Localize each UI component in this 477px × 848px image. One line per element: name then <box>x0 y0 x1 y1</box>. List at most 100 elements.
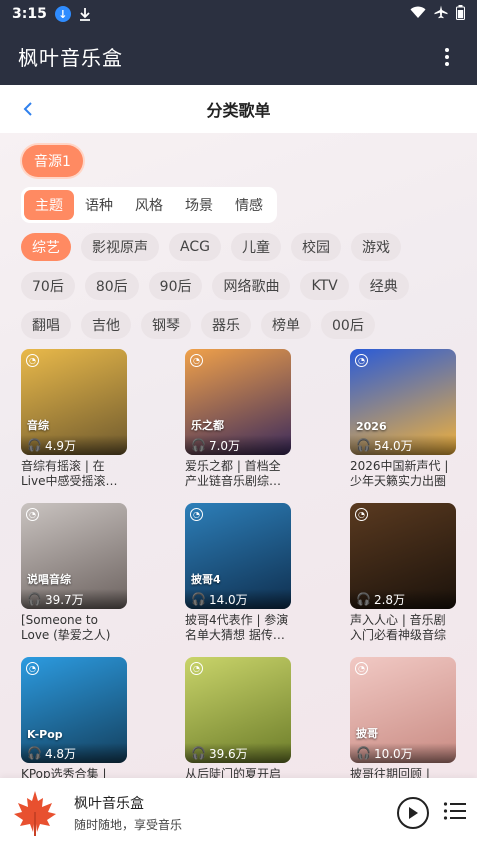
play-count: 🎧 14.0万 <box>185 589 291 609</box>
status-bar: 3:15 ↓ <box>0 0 477 28</box>
playlist-description: 爱乐之都 | 首档全产业链音乐剧综… <box>185 459 282 488</box>
tab-language[interactable]: 语种 <box>74 190 124 220</box>
playlist-cover: ◔ 🎧 2.8万 <box>350 503 456 609</box>
playlist-description: [Someone to Love (挚爱之人) (Live)]… <box>21 613 111 642</box>
tag-chip[interactable]: 吉他 <box>81 311 131 339</box>
play-count: 🎧 4.9万 <box>21 435 127 455</box>
playlist-cover: ◔ 2026 🎧 54.0万 <box>350 349 456 455</box>
playlist-card[interactable]: ◔ 2026 🎧 54.0万 2026中国新声代 | 少年天籁实力出圈 <box>350 349 456 489</box>
more-options-icon[interactable] <box>435 45 459 69</box>
play-count: 🎧 7.0万 <box>185 435 291 455</box>
playlist-card[interactable]: ◔ 说唱音综 🎧39.7万 [Someone to Love (挚爱之人) (L… <box>21 503 127 643</box>
cover-tag: 乐之都 <box>191 419 224 432</box>
playlist-description: 2026中国新声代 | 少年天籁实力出圈 <box>350 459 449 488</box>
cover-tag: 披哥4 <box>191 573 221 586</box>
wifi-icon <box>410 6 426 23</box>
playlist-cover: ◔ 音综 🎧 4.9万 <box>21 349 127 455</box>
playlist-description: 声入人心 | 音乐剧入门必看神级音综 <box>350 613 447 642</box>
content-area: 音源1 主题 语种 风格 场景 情感 综艺 影视原声 ACG 儿童 校园 游戏 … <box>0 133 477 778</box>
playlist-description: 音综有摇滚 | 在Live中感受摇滚… <box>21 459 118 488</box>
back-arrow-icon[interactable] <box>16 97 40 121</box>
play-count-text: 39.7万 <box>44 592 84 607</box>
download-badge-icon: ↓ <box>54 6 71 22</box>
playlist-card[interactable]: ◔ 披哥4 🎧 14.0万 披哥4代表作 | 参演名单大猜想 据传… <box>185 503 291 643</box>
app-title: 枫叶音乐盒 <box>18 46 123 70</box>
tag-chip[interactable]: 70后 <box>21 272 75 300</box>
tag-chip[interactable]: 儿童 <box>230 233 281 261</box>
netease-icon: ◔ <box>26 354 39 367</box>
play-icon[interactable] <box>397 797 429 829</box>
page-title: 分类歌单 <box>206 101 271 120</box>
play-count: 🎧 2.8万 <box>350 589 456 609</box>
source-selector-button[interactable]: 音源1 <box>22 145 83 177</box>
play-count-text: 54.0万 <box>373 438 413 453</box>
play-count: 🎧 39.7万 <box>21 589 127 609</box>
tag-chip[interactable]: 游戏 <box>350 233 401 261</box>
playlist-card[interactable]: ◔ 音综 🎧 4.9万 音综有摇滚 | 在Live中感受摇滚… <box>21 349 127 489</box>
playlist-cover: ◔ 🎧 39.6万 <box>185 657 291 763</box>
netease-icon: ◔ <box>355 354 368 367</box>
maple-leaf-logo-icon <box>10 788 60 838</box>
headphone-icon: 🎧 <box>356 438 371 452</box>
tag-chip[interactable]: 器乐 <box>201 311 251 339</box>
play-count: 🎧 10.0万 <box>350 743 456 763</box>
tag-chip[interactable]: 钢琴 <box>141 311 191 339</box>
cover-tag: 披哥 <box>356 727 378 740</box>
play-count: 🎧 39.6万 <box>185 743 291 763</box>
headphone-icon: 🎧 <box>356 746 371 760</box>
netease-icon: ◔ <box>190 662 203 675</box>
playlist-card[interactable]: ◔ 乐之都 🎧 7.0万 爱乐之都 | 首档全产业链音乐剧综… <box>185 349 291 489</box>
play-count-text: 4.9万 <box>44 438 77 453</box>
app-bar: 枫叶音乐盒 <box>0 28 477 85</box>
headphone-icon: 🎧 <box>191 592 206 606</box>
tag-chip[interactable]: 综艺 <box>21 233 71 261</box>
headphone-icon: 🎧 <box>191 746 206 760</box>
player-subtitle: 随时随地，享受音乐 <box>74 818 183 832</box>
netease-icon: ◔ <box>26 508 39 521</box>
tag-chip[interactable]: 00后 <box>321 311 375 339</box>
download-icon <box>77 6 93 22</box>
headphone-icon: 🎧 <box>191 438 206 452</box>
playlist-card[interactable]: ◔ 披哥 🎧10.0万 披哥往期回顾 | 重… <box>350 657 456 778</box>
playlist-card[interactable]: ◔ 🎧 2.8万 声入人心 | 音乐剧入门必看神级音综 <box>350 503 456 643</box>
play-count: 🎧 54.0万 <box>350 435 456 455</box>
mini-player[interactable]: 枫叶音乐盒 随时随地，享受音乐 <box>0 778 477 848</box>
playlist-card[interactable]: ◔ 🎧 39.6万 从后陡门的夏开启 <box>185 657 291 778</box>
tab-scene[interactable]: 场景 <box>174 190 224 220</box>
netease-icon: ◔ <box>355 662 368 675</box>
player-texts: 枫叶音乐盒 随时随地，享受音乐 <box>74 793 182 833</box>
cover-tag: 说唱音综 <box>27 573 71 586</box>
tag-chip[interactable]: ACG <box>169 233 221 261</box>
tag-chip[interactable]: KTV <box>300 272 349 300</box>
tag-chip[interactable]: 网络歌曲 <box>212 272 291 300</box>
play-count-text: 4.8万 <box>44 746 77 761</box>
airplane-icon <box>434 5 448 23</box>
tag-chip[interactable]: 经典 <box>358 272 409 300</box>
playlist-menu-icon[interactable] <box>443 801 467 825</box>
playlist-card[interactable]: ◔ K-Pop 🎧4.8万 KPop选秀合集 | 恭… <box>21 657 127 778</box>
tag-chip[interactable]: 影视原声 <box>81 233 159 261</box>
tag-row: 70后 80后 90后 网络歌曲 KTV 经典 <box>21 272 409 300</box>
playlist-cover: ◔ 披哥 🎧 10.0万 <box>350 657 456 763</box>
tag-chip[interactable]: 翻唱 <box>21 311 71 339</box>
tab-emotion[interactable]: 情感 <box>224 190 274 220</box>
battery-icon <box>456 4 465 24</box>
netease-icon: ◔ <box>190 508 203 521</box>
tag-chip[interactable]: 校园 <box>290 233 341 261</box>
play-count-text: 10.0万 <box>373 746 413 761</box>
headphone-icon: 🎧 <box>356 592 371 606</box>
play-count: 🎧 4.8万 <box>21 743 127 763</box>
play-count-text: 2.8万 <box>373 592 406 607</box>
tag-row: 翻唱 吉他 钢琴 器乐 榜单 00后 <box>21 311 375 339</box>
playlist-description: 披哥往期回顾 | 重… <box>350 767 430 778</box>
tag-row: 综艺 影视原声 ACG 儿童 校园 游戏 <box>21 233 401 261</box>
tab-style[interactable]: 风格 <box>124 190 174 220</box>
tab-theme[interactable]: 主题 <box>24 190 74 220</box>
tag-chip[interactable]: 榜单 <box>261 311 311 339</box>
page-header: 分类歌单 <box>0 85 477 133</box>
category-tabs: 主题 语种 风格 场景 情感 <box>21 187 277 223</box>
tag-chip[interactable]: 80后 <box>84 272 139 300</box>
tag-chip[interactable]: 90后 <box>148 272 203 300</box>
play-count-text: 14.0万 <box>208 592 248 607</box>
playlist-description: KPop选秀合集 | 恭… <box>21 767 107 778</box>
